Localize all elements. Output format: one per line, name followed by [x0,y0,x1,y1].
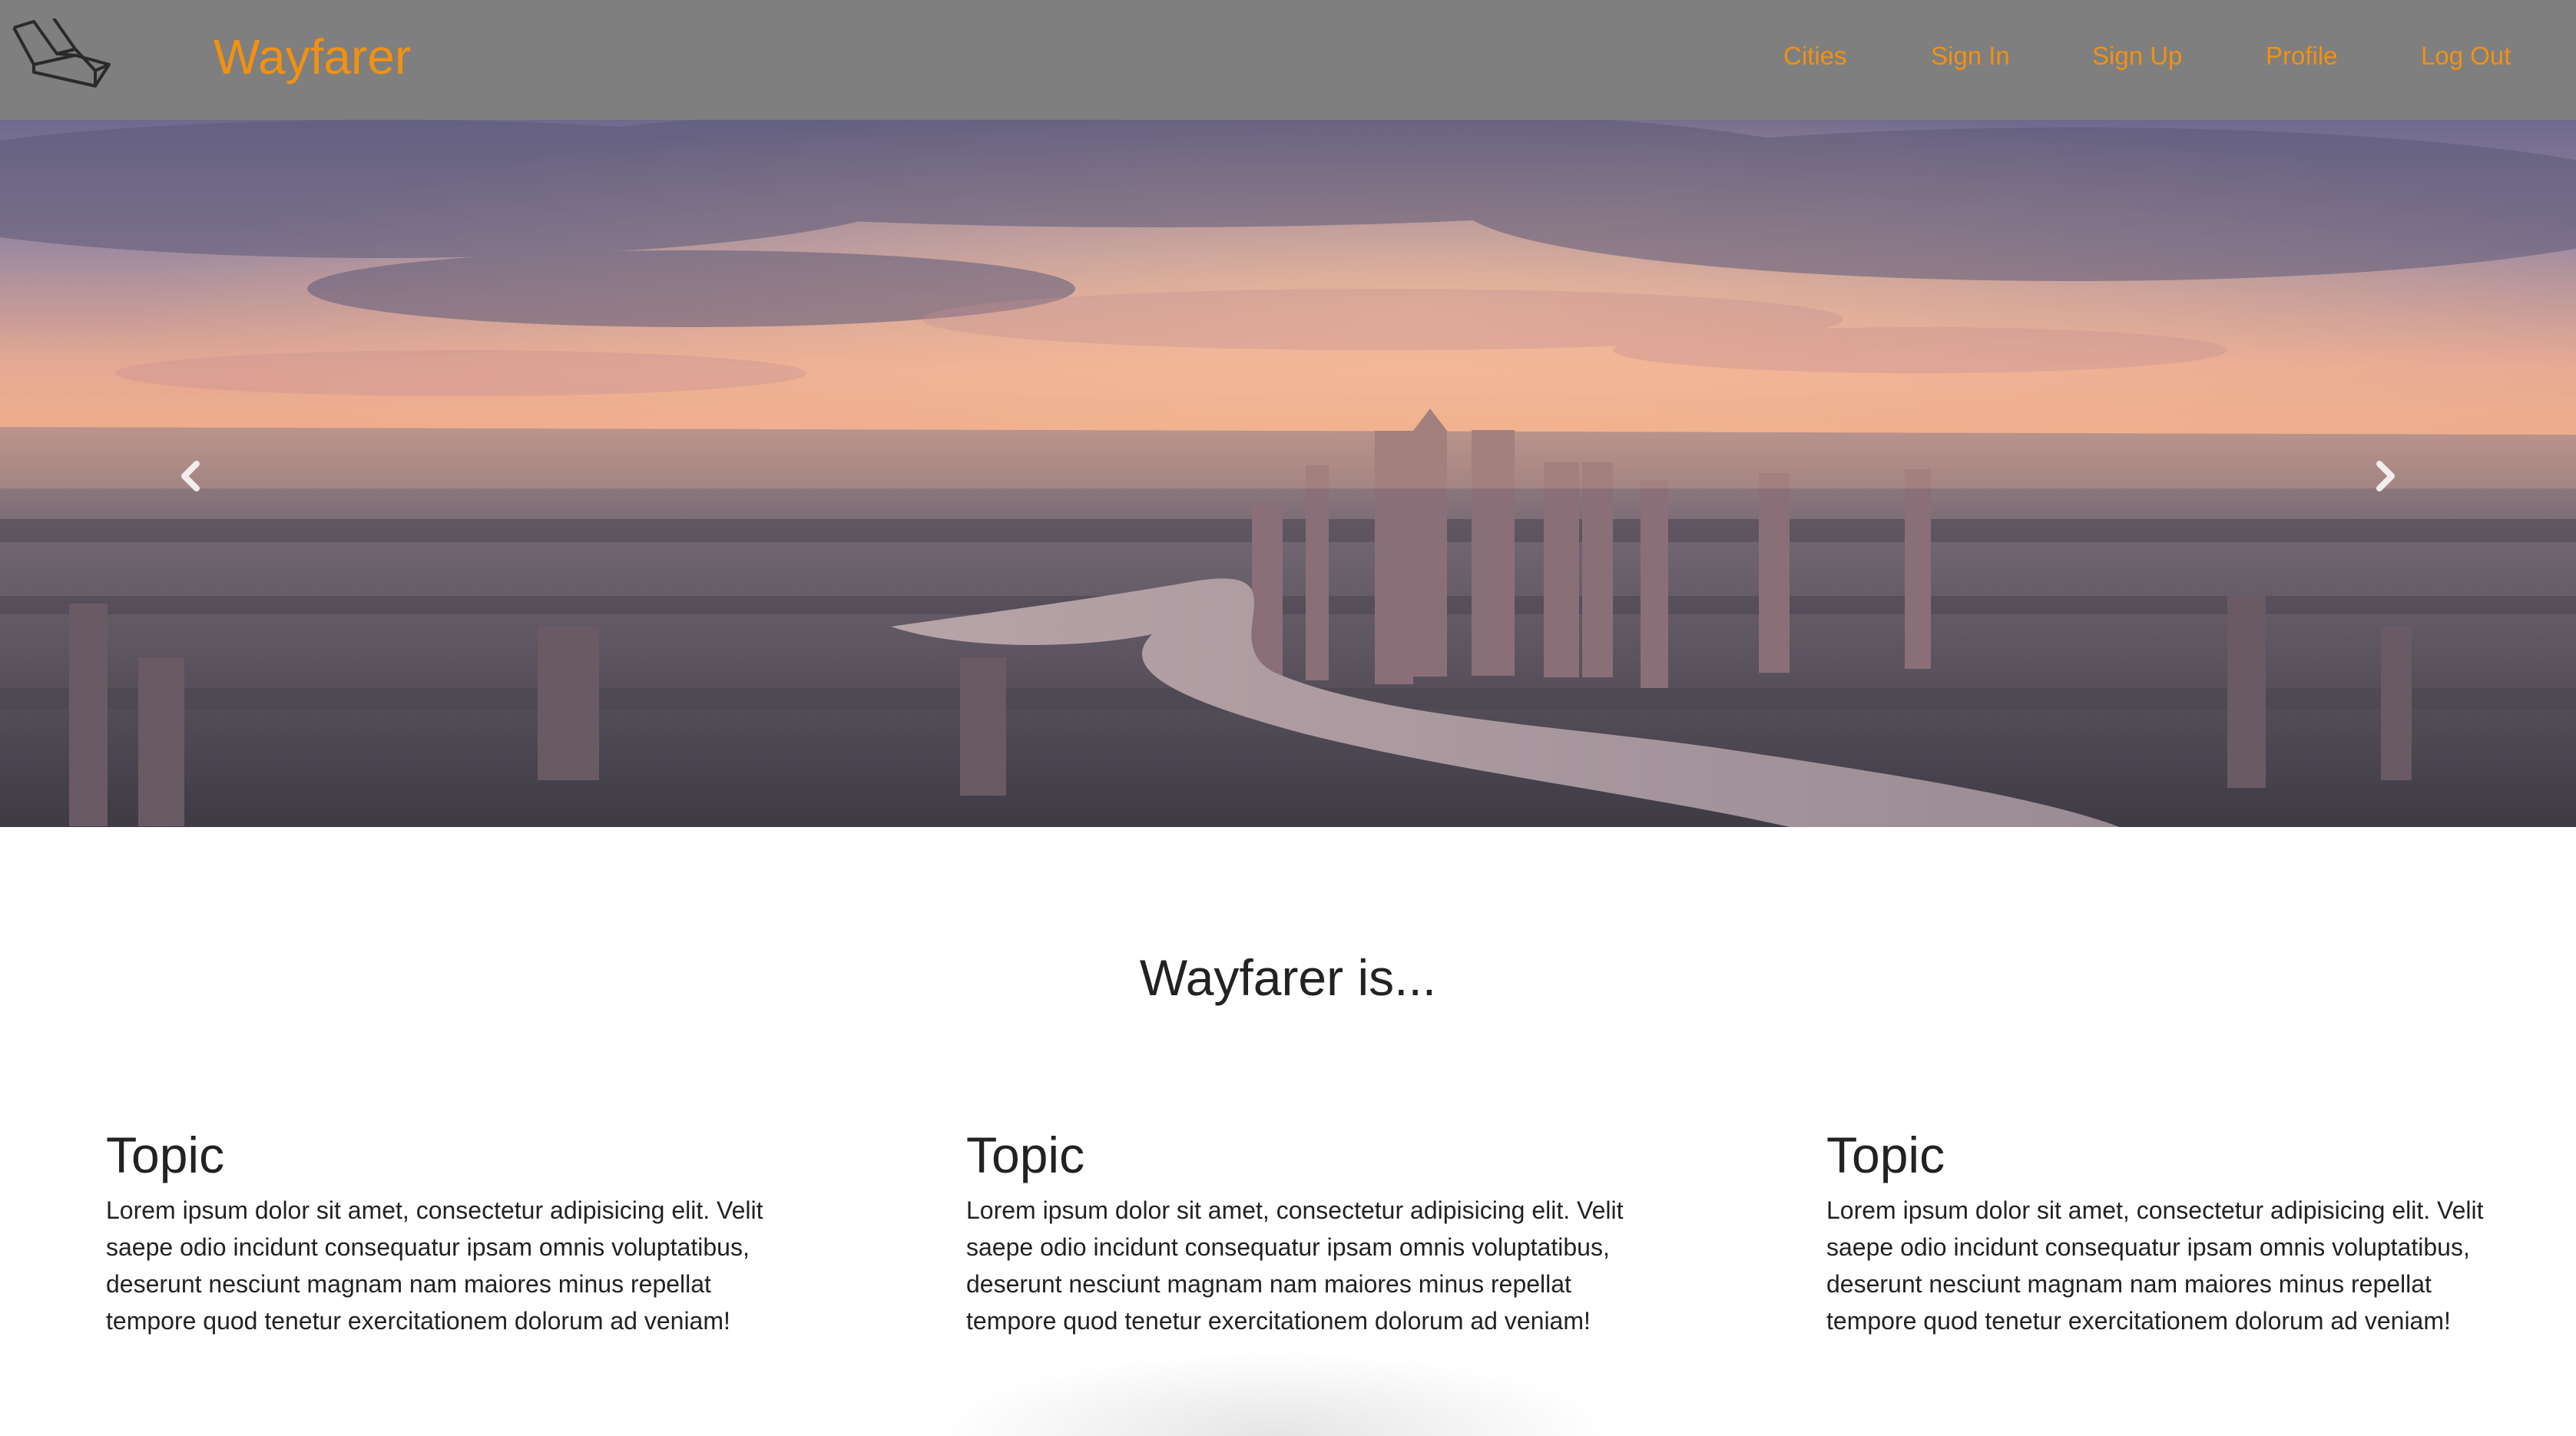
scroll-shadow [906,1344,1644,1436]
laravel-logo-icon[interactable] [11,18,112,92]
topic-column: Topic Lorem ipsum dolor sit amet, consec… [1826,1121,2487,1339]
topic-body: Lorem ipsum dolor sit amet, consectetur … [106,1196,763,1335]
topic-title: Topic [966,1127,1085,1183]
carousel-prev-chevron-left-icon[interactable] [169,453,215,499]
topic-title: Topic [1826,1127,1945,1183]
topic-body: Lorem ipsum dolor sit amet, consectetur … [1826,1196,2484,1335]
brand-link[interactable]: Wayfarer [214,25,411,89]
topic-column: Topic Lorem ipsum dolor sit amet, consec… [966,1121,1627,1339]
hero-carousel [0,120,2576,827]
section-heading: Wayfarer is... [1139,949,1437,1006]
carousel-next-chevron-right-icon[interactable] [2361,453,2407,499]
topic-column: Topic Lorem ipsum dolor sit amet, consec… [106,1121,767,1339]
topic-body: Lorem ipsum dolor sit amet, consectetur … [966,1196,1624,1335]
city-skyline-image [0,120,2576,827]
nav-link-log-out[interactable]: Log Out [2421,38,2511,74]
topic-title: Topic [106,1127,225,1183]
navbar: Wayfarer Cities Sign In Sign Up Profile … [0,0,2576,120]
nav-link-sign-in[interactable]: Sign In [1931,38,2010,74]
nav-link-profile[interactable]: Profile [2266,38,2338,74]
nav-link-sign-up[interactable]: Sign Up [2092,38,2182,74]
nav-link-cities[interactable]: Cities [1783,38,1847,74]
